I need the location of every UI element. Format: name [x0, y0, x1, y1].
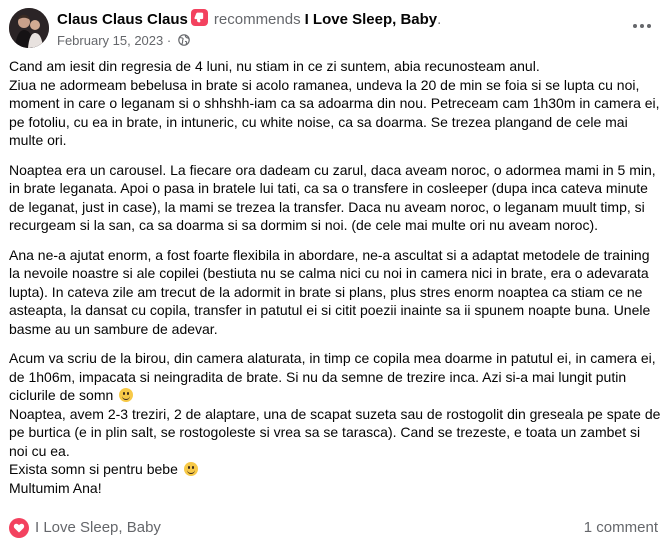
post-subline: February 15, 2023 · — [57, 32, 620, 49]
post-header: Claus Claus Claus recommends I Love Sleep,… — [9, 7, 660, 49]
smile-emoji-icon — [183, 462, 198, 476]
recommend-badge-icon — [190, 9, 208, 26]
footer-page-link[interactable]: I Love Sleep, Baby — [35, 519, 161, 536]
smile-emoji-icon — [119, 388, 134, 402]
paragraph-4-line-3: Exista somn si pentru bebe — [9, 461, 178, 477]
paragraph-1-line-1: Cand am iesit din regresia de 4 luni, nu… — [9, 58, 540, 74]
globe-icon[interactable] — [178, 34, 190, 46]
recommends-text: recommends — [213, 11, 301, 28]
author-name[interactable]: Claus Claus Claus — [57, 11, 188, 28]
post-meta: Claus Claus Claus recommends I Love Sleep,… — [57, 9, 620, 49]
headline: Claus Claus Claus recommends I Love Sleep,… — [57, 9, 620, 29]
paragraph-3-text: Ana ne-a ajutat enorm, a fost foarte fle… — [9, 246, 651, 337]
post-date[interactable]: February 15, 2023 — [57, 33, 163, 48]
avatar-photo-icon — [9, 8, 49, 48]
comment-count-link[interactable]: 1 comment — [584, 519, 658, 536]
post-footer: I Love Sleep, Baby 1 comment — [9, 517, 658, 539]
recommendation-post: Claus Claus Claus recommends I Love Sleep,… — [0, 0, 670, 548]
paragraph-4-line-1: Acum va scriu de la birou, din camera al… — [9, 350, 656, 403]
more-options-icon[interactable] — [624, 11, 660, 41]
avatar[interactable] — [9, 8, 49, 48]
post-body: Cand am iesit din regresia de 4 luni, nu… — [9, 57, 661, 508]
date-separator: · — [166, 33, 172, 48]
paragraph-4-line-4: Multumim Ana! — [9, 479, 102, 496]
heart-icon — [9, 518, 29, 538]
paragraph-3: Ana ne-a ajutat enorm, a fost foarte fle… — [9, 246, 661, 339]
paragraph-4: Acum va scriu de la birou, din camera al… — [9, 349, 661, 497]
headline-period: . — [437, 11, 442, 28]
paragraph-2-text: Noaptea era un carousel. La fiecare ora … — [9, 161, 656, 234]
paragraph-1: Cand am iesit din regresia de 4 luni, nu… — [9, 57, 661, 150]
paragraph-1-line-2: Ziua ne adormeam bebelusa in brate si ac… — [9, 76, 660, 149]
paragraph-2: Noaptea era un carousel. La fiecare ora … — [9, 161, 661, 235]
page-link[interactable]: I Love Sleep, Baby — [305, 11, 438, 28]
paragraph-4-line-2: Noaptea, avem 2-3 treziri, 2 de alaptare… — [9, 405, 661, 459]
